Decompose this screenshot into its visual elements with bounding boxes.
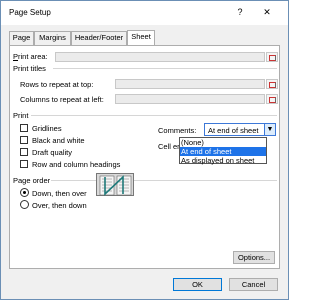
over-then-down-radio[interactable] [20,200,29,209]
comments-dropdown-list: (None) At end of sheet As displayed on s… [179,137,267,165]
comments-selected-value: At end of sheet [208,126,259,135]
black-and-white-checkbox[interactable] [20,136,28,144]
columns-to-repeat-label: Columns to repeat at left: [20,95,104,104]
ok-button[interactable]: OK [173,278,222,291]
row-column-headings-label: Row and column headings [32,160,121,169]
draft-quality-label: Draft quality [32,148,73,157]
gridlines-label: Gridlines [32,124,62,133]
down-then-over-label: Down, then over [32,189,87,198]
tab-page[interactable]: Page [9,31,34,45]
dropdown-option-none[interactable]: (None) [180,138,266,147]
window-title: Page Setup [9,8,51,17]
columns-range-picker-icon[interactable] [266,94,278,104]
gridlines-checkbox[interactable] [20,124,28,132]
divider [51,180,277,181]
help-button[interactable]: ? [233,5,247,19]
chevron-down-icon[interactable]: ▼ [264,124,275,135]
rows-range-picker-icon[interactable] [266,79,278,89]
draft-quality-checkbox[interactable] [20,148,28,156]
close-button[interactable]: ✕ [260,5,274,19]
print-area-label: Print area: [13,52,48,61]
rows-to-repeat-label: Rows to repeat at top: [20,80,94,89]
page-order-heading: Page order [13,176,51,185]
print-area-input[interactable] [55,52,265,62]
over-then-down-label: Over, then down [32,201,87,210]
rows-to-repeat-input[interactable] [115,79,265,89]
cancel-button[interactable]: Cancel [229,278,278,291]
page-setup-dialog: Page Setup ? ✕ Page Margins Header/Foote… [0,0,289,300]
tab-header-footer[interactable]: Header/Footer [71,31,127,45]
divider [31,115,277,116]
page-order-preview-icon [96,173,134,196]
options-button[interactable]: Options... [233,251,275,264]
dropdown-option-as-displayed[interactable]: As displayed on sheet [180,156,266,165]
print-area-range-picker-icon[interactable] [266,52,278,62]
down-then-over-radio[interactable] [20,188,29,197]
dropdown-option-at-end[interactable]: At end of sheet [180,147,266,156]
columns-to-repeat-input[interactable] [115,94,265,104]
row-column-headings-checkbox[interactable] [20,160,28,168]
comments-label: Comments: [158,126,197,135]
divider [53,68,277,69]
print-titles-heading: Print titles [13,64,46,73]
print-heading: Print [13,111,29,120]
tab-margins[interactable]: Margins [34,31,71,45]
tab-sheet[interactable]: Sheet [127,30,155,45]
title-bar: Page Setup ? ✕ [1,1,288,25]
black-and-white-label: Black and white [32,136,85,145]
comments-select[interactable]: At end of sheet ▼ [204,123,276,136]
